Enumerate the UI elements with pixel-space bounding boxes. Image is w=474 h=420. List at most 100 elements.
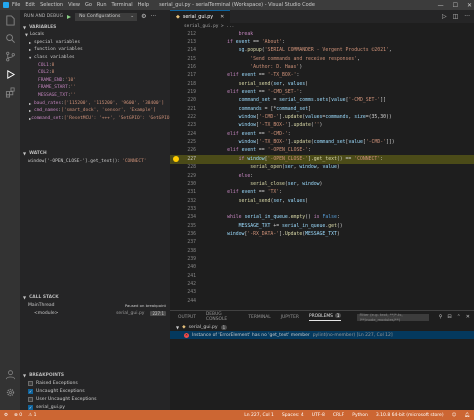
code-line[interactable]: 234 while serial_in_queue.empty() is Fal… bbox=[170, 214, 474, 222]
line-ending[interactable]: CRLF bbox=[333, 413, 344, 418]
code-line[interactable]: 228 serial_open(ser, window, value) bbox=[170, 164, 474, 172]
code-line[interactable]: 230 serial_close(ser, window) bbox=[170, 180, 474, 188]
locals-scope[interactable]: ▼ Locals bbox=[20, 31, 170, 39]
gear-icon[interactable] bbox=[4, 386, 16, 398]
class-variables-item[interactable]: ▼ class variables bbox=[20, 54, 170, 62]
code-line[interactable]: 229 else: bbox=[170, 172, 474, 180]
close-panel-icon[interactable]: ✕ bbox=[466, 314, 470, 320]
feedback-icon[interactable]: ☺ bbox=[452, 413, 457, 418]
run-file-icon[interactable]: ▷ bbox=[442, 13, 447, 20]
collapse-all-icon[interactable]: ⊟ bbox=[447, 314, 451, 320]
tab-jupyter[interactable]: JUPYTER bbox=[281, 315, 299, 320]
menu-edit[interactable]: Edit bbox=[25, 2, 35, 8]
code-line[interactable]: 232 serial_send(ser, values) bbox=[170, 197, 474, 205]
python-interpreter[interactable]: 3.10.8 64-bit (microsoft store) bbox=[376, 413, 444, 418]
problem-file-group[interactable]: ▼ ◆ serial_gui.py 1 bbox=[170, 323, 474, 331]
code-line[interactable]: 224 elif event == '-CMD-': bbox=[170, 130, 474, 138]
tab-terminal[interactable]: TERMINAL bbox=[248, 315, 270, 320]
code-line[interactable]: 225 window['-TX_BOX-'].update(command_se… bbox=[170, 138, 474, 146]
variable-item[interactable]: FRAME_END: '10' bbox=[20, 77, 170, 85]
variable-item[interactable]: ▶ command_set: ['ResetMCU': '+++', 'SetGP… bbox=[20, 115, 170, 123]
breakpoint-item[interactable]: User Uncaught Exceptions bbox=[20, 395, 170, 403]
code-line[interactable]: 239 bbox=[170, 255, 474, 263]
warnings-count[interactable]: ⚠ 1 bbox=[28, 413, 36, 418]
problems-filter-input[interactable]: Filter (e.g. text, **/*.ts, !**/node_mod… bbox=[357, 312, 429, 322]
variable-item[interactable]: MESSAGE_TXT: '' bbox=[20, 92, 170, 100]
code-line[interactable]: 217 elif event == '-TX_BOX-': bbox=[170, 72, 474, 80]
code-line[interactable]: 231 elif event == 'TX': bbox=[170, 189, 474, 197]
code-line[interactable]: 243 bbox=[170, 289, 474, 297]
errors-count[interactable]: ⊗ 0 bbox=[14, 413, 22, 418]
breakpoint-item[interactable]: ✓ Uncaught Exceptions bbox=[20, 387, 170, 395]
problem-item[interactable]: ✕ Instance of 'ErrorElement' has no 'get… bbox=[170, 331, 474, 339]
breakpoint-checkbox[interactable]: ✓ bbox=[28, 388, 33, 394]
watch-expression[interactable]: window['-OPEN_CLOSE-'].get_text(): 'CONN… bbox=[20, 157, 170, 165]
code-line[interactable]: 222 window['-CMD-'].update(values=comman… bbox=[170, 113, 474, 121]
code-line[interactable]: 242 bbox=[170, 280, 474, 288]
code-line[interactable]: 233 bbox=[170, 205, 474, 213]
code-line[interactable]: 219 elif event == '-CMD_SET-': bbox=[170, 88, 474, 96]
menu-help[interactable]: Help bbox=[138, 2, 149, 8]
call-stack-thread[interactable]: MainThread Paused on breakpoint bbox=[20, 301, 170, 309]
open-launch-json-gear-icon[interactable]: ⚙ bbox=[141, 13, 146, 20]
code-line[interactable]: 220 command_set = serial_comms.sets[valu… bbox=[170, 97, 474, 105]
breakpoint-checkbox[interactable]: ✓ bbox=[28, 404, 33, 410]
start-debugging-icon[interactable] bbox=[67, 14, 72, 19]
code-line[interactable]: 223 window['-TX_BOX-'].update('') bbox=[170, 122, 474, 130]
code-line[interactable]: 226 elif event == '-OPEN_CLOSE-': bbox=[170, 147, 474, 155]
code-line[interactable]: 241 bbox=[170, 272, 474, 280]
breakpoint-checkbox[interactable] bbox=[28, 380, 33, 386]
call-stack-section-header[interactable]: ▼ CALL STACK bbox=[20, 293, 170, 301]
menu-terminal[interactable]: Terminal bbox=[112, 2, 133, 8]
menu-run[interactable]: Run bbox=[97, 2, 107, 8]
variable-item[interactable]: ▶ cmd_names: ['smart_dock', 'sensor', 'Ex… bbox=[20, 107, 170, 115]
variable-item[interactable]: COL2: 8 bbox=[20, 69, 170, 77]
code-line[interactable]: 214 sg.popup('SERIAL COMMANDER - Vergent… bbox=[170, 47, 474, 55]
cursor-position[interactable]: Ln 227, Col 1 bbox=[244, 413, 274, 418]
debug-configuration-select[interactable]: No Configurations ⌄ bbox=[75, 12, 138, 21]
code-line[interactable]: 216 'Author: D. Haas') bbox=[170, 63, 474, 71]
notifications-bell-icon[interactable]: 🔔︎ bbox=[464, 413, 470, 418]
code-view[interactable]: 212 break 213 if event == 'About': 214 sg.… bbox=[170, 30, 474, 305]
indentation[interactable]: Spaces: 4 bbox=[282, 413, 304, 418]
filter-icon[interactable]: ⚲ bbox=[439, 314, 443, 320]
maximize-panel-icon[interactable]: ⌃ bbox=[457, 314, 461, 320]
code-line[interactable]: 218 serial_send(ser, values) bbox=[170, 80, 474, 88]
extensions-icon[interactable] bbox=[4, 86, 16, 98]
language-mode[interactable]: Python bbox=[352, 413, 368, 418]
function-variables-item[interactable]: ▶ function variables bbox=[20, 46, 170, 54]
menu-view[interactable]: View bbox=[68, 2, 80, 8]
close-icon[interactable]: ✕ bbox=[220, 14, 224, 20]
variable-item[interactable]: COL1: 8 bbox=[20, 61, 170, 69]
maximize-button[interactable]: ☐ bbox=[453, 2, 458, 9]
encoding[interactable]: UTF-8 bbox=[312, 413, 325, 418]
breakpoints-section-header[interactable]: ▼ BREAKPOINTS bbox=[20, 371, 170, 379]
call-stack-frame[interactable]: <module> serial_gui.py 227:1 bbox=[20, 309, 170, 317]
code-line[interactable]: 237 bbox=[170, 239, 474, 247]
tab-serial-gui[interactable]: ◆ serial_gui.py ✕ bbox=[170, 10, 231, 23]
code-line[interactable]: 235 MESSAGE_TXT += serial_in_queue.get() bbox=[170, 222, 474, 230]
special-variables-item[interactable]: ▶ special variables bbox=[20, 39, 170, 47]
code-line[interactable]: 215 'Send commands and receive responses… bbox=[170, 55, 474, 63]
code-line[interactable]: 244 bbox=[170, 297, 474, 305]
breakpoint-item[interactable]: ✓ serial_gui.py bbox=[20, 403, 170, 410]
code-line[interactable]: 240 bbox=[170, 264, 474, 272]
run-debug-icon[interactable] bbox=[4, 68, 16, 80]
tab-problems[interactable]: PROBLEMS 1 bbox=[308, 313, 342, 321]
close-window-button[interactable]: ✕ bbox=[467, 2, 472, 9]
explorer-icon[interactable] bbox=[4, 14, 16, 26]
tab-output[interactable]: OUTPUT bbox=[178, 315, 196, 320]
minimize-button[interactable]: — bbox=[438, 2, 444, 9]
variable-item[interactable]: ▶ baud_rates: ['115200', '115200', '9600'… bbox=[20, 99, 170, 107]
code-line[interactable]: 213 if event == 'About': bbox=[170, 38, 474, 46]
breakpoint-checkbox[interactable] bbox=[28, 396, 33, 402]
menu-selection[interactable]: Selection bbox=[40, 2, 63, 8]
code-line[interactable]: 212 break bbox=[170, 30, 474, 38]
variable-item[interactable]: FRAME_START: '' bbox=[20, 84, 170, 92]
variables-section-header[interactable]: ▼ VARIABLES bbox=[20, 23, 170, 31]
watch-section-header[interactable]: ▼ WATCH bbox=[20, 149, 170, 157]
more-actions-icon[interactable]: ··· bbox=[150, 13, 156, 20]
breakpoint-item[interactable]: Raised Exceptions bbox=[20, 379, 170, 387]
code-line[interactable]: 236 window['-RX_DATA-'].Update(MESSAGE_T… bbox=[170, 230, 474, 238]
tab-debug-console[interactable]: DEBUG CONSOLE bbox=[206, 312, 238, 322]
